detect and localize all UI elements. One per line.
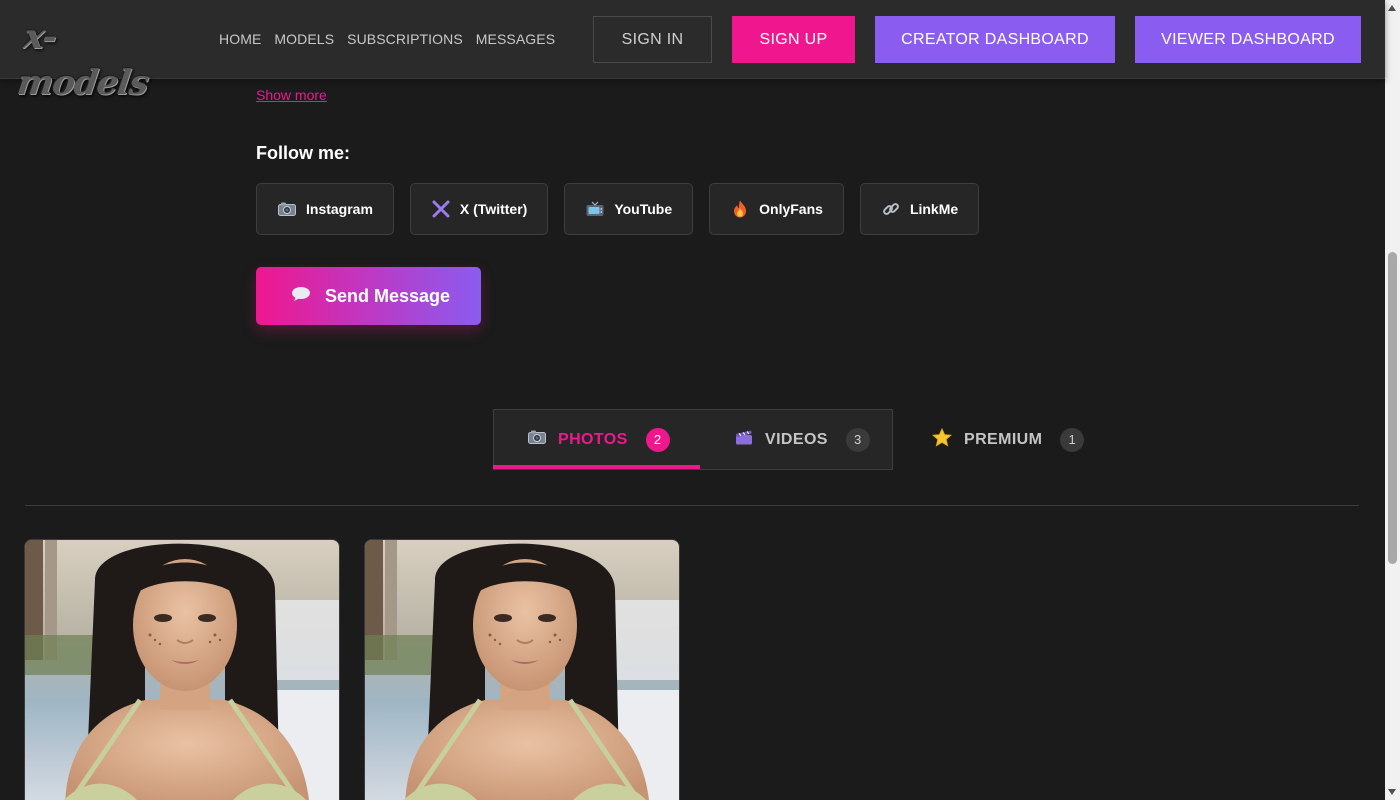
tab-label: PREMIUM (964, 430, 1043, 448)
sign-in-button[interactable]: SIGN IN (593, 16, 712, 63)
star-icon (932, 427, 952, 452)
social-instagram-button[interactable]: Instagram (256, 183, 394, 235)
viewer-dashboard-button[interactable]: VIEWER DASHBOARD (1135, 16, 1361, 63)
send-message-label: Send Message (325, 285, 451, 306)
social-linkme-button[interactable]: LinkMe (859, 183, 980, 235)
page-scrollbar[interactable] (1385, 0, 1400, 800)
social-x-button[interactable]: X (Twitter) (409, 183, 549, 235)
x-icon (431, 199, 451, 219)
photo-card[interactable] (364, 539, 680, 800)
social-label: Instagram (306, 201, 373, 217)
photo-card[interactable] (24, 539, 340, 800)
nav-home[interactable]: HOME (219, 31, 261, 47)
count-badge: 1 (1060, 427, 1085, 452)
nav-messages[interactable]: MESSAGES (476, 31, 555, 47)
scroll-down-arrow-icon[interactable] (1388, 789, 1396, 795)
social-links: Instagram X (Twitter) YouTube OnlyFans L… (256, 183, 980, 235)
speech-bubble-icon (291, 286, 311, 307)
fire-icon (730, 199, 750, 219)
tv-icon (585, 199, 605, 219)
count-badge: 3 (845, 427, 870, 452)
social-label: X (Twitter) (459, 201, 528, 217)
model-photo-image (25, 540, 339, 800)
sign-up-button[interactable]: SIGN UP (732, 16, 855, 63)
tab-label: VIDEOS (765, 430, 828, 448)
tab-videos[interactable]: VIDEOS 3 (735, 409, 870, 470)
tab-label: PHOTOS (558, 430, 628, 448)
clapper-icon (735, 429, 753, 450)
site-logo[interactable]: x-models (15, 14, 157, 103)
tab-premium[interactable]: PREMIUM 1 (932, 409, 1085, 470)
link-icon (881, 199, 901, 219)
social-youtube-button[interactable]: YouTube (564, 183, 694, 235)
model-photo-image (365, 540, 679, 800)
site-header: x-models HOME MODELS SUBSCRIPTIONS MESSA… (0, 0, 1385, 103)
follow-me-heading: Follow me: (256, 143, 350, 163)
social-label: LinkMe (909, 201, 959, 217)
active-tab-indicator (493, 465, 700, 469)
camera-icon (277, 199, 297, 219)
nav-subscriptions[interactable]: SUBSCRIPTIONS (347, 31, 463, 47)
tab-photos[interactable]: PHOTOS 2 (528, 409, 670, 470)
show-more-link[interactable]: Show more (256, 87, 327, 103)
scroll-up-arrow-icon[interactable] (1388, 5, 1396, 11)
send-message-button[interactable]: Send Message (256, 267, 481, 325)
scrollbar-thumb[interactable] (1388, 252, 1397, 564)
count-badge: 2 (645, 427, 670, 452)
social-onlyfans-button[interactable]: OnlyFans (709, 183, 844, 235)
main-nav: HOME MODELS SUBSCRIPTIONS MESSAGES (219, 31, 555, 47)
section-divider (25, 505, 1359, 506)
nav-models[interactable]: MODELS (274, 31, 334, 47)
social-label: OnlyFans (759, 201, 823, 217)
social-label: YouTube (614, 201, 673, 217)
creator-dashboard-button[interactable]: CREATOR DASHBOARD (875, 16, 1115, 63)
camera-icon (528, 430, 546, 449)
